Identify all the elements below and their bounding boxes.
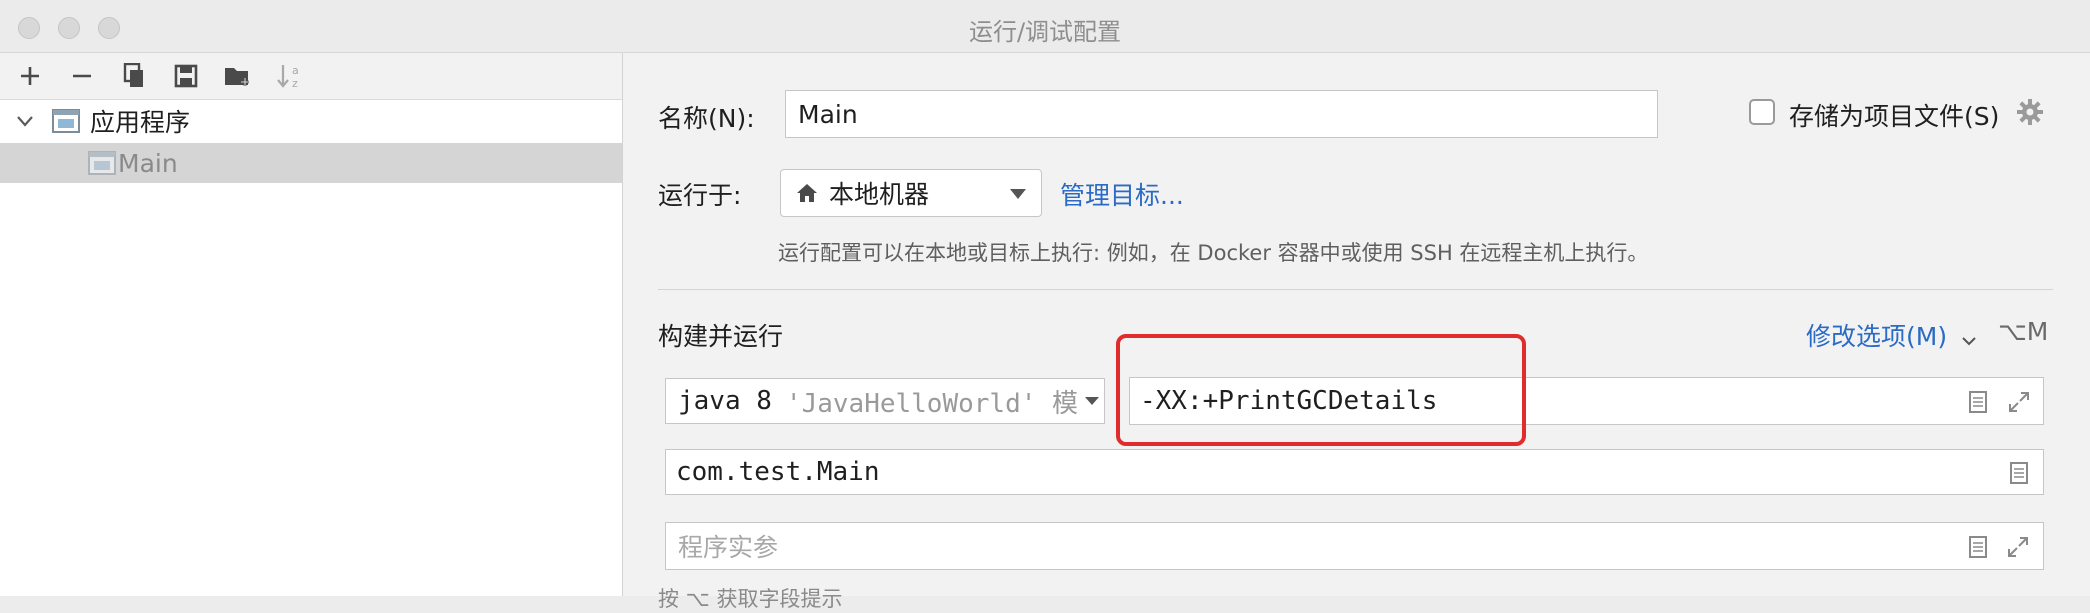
run-debug-config-window: 运行/调试配置 az 应用程序 Main 名称(N): Main 存储为项目文件… [0, 0, 2090, 611]
config-tree-panel: az 应用程序 Main [0, 53, 623, 596]
copy-icon[interactable] [118, 61, 150, 91]
home-icon [795, 182, 819, 204]
modify-options-label: 修改选项(M) [1806, 322, 1948, 351]
store-as-project-file-label: 存储为项目文件(S) [1789, 102, 2000, 131]
run-on-label: 运行于: [658, 181, 742, 210]
modify-options-shortcut: ⌥M [1998, 317, 2049, 346]
new-folder-icon[interactable] [222, 61, 254, 91]
tree-item-main[interactable]: Main [0, 143, 622, 183]
svg-text:a: a [292, 64, 299, 77]
main-class-input[interactable]: com.test.Main [665, 449, 2044, 495]
store-as-project-file-checkbox[interactable] [1749, 99, 1775, 125]
section-divider [658, 289, 2053, 290]
document-icon[interactable] [1965, 533, 1991, 561]
sort-icon[interactable]: az [274, 61, 306, 91]
remove-icon[interactable] [66, 61, 98, 91]
main-class-value: com.test.Main [676, 457, 880, 487]
tree-item-label: Main [118, 148, 178, 178]
document-icon[interactable] [1965, 388, 1991, 416]
build-run-title: 构建并运行 [658, 322, 784, 351]
run-on-value: 本地机器 [829, 180, 930, 209]
title-bar: 运行/调试配置 [0, 0, 2090, 53]
program-args-input[interactable]: 程序实参 [665, 522, 2044, 570]
chevron-down-icon[interactable] [14, 110, 38, 132]
svg-text:z: z [292, 77, 298, 90]
run-on-hint: 运行配置可以在本地或目标上执行: 例如，在 Docker 容器中或使用 SSH … [778, 241, 1649, 265]
document-icon[interactable] [2006, 459, 2032, 487]
field-hint-text: 按 ⌥ 获取字段提示 [658, 587, 843, 611]
tree-item-application[interactable]: 应用程序 [0, 101, 622, 141]
program-args-placeholder: 程序实参 [678, 533, 779, 562]
application-icon [52, 109, 80, 133]
config-form-panel: 名称(N): Main 存储为项目文件(S) 运行于: 本地机器 管理目标...… [623, 53, 2090, 611]
jdk-select[interactable]: java 8 'JavaHelloWorld' 模 [665, 378, 1105, 424]
vm-options-highlight [1116, 334, 1526, 446]
modify-options-link[interactable]: 修改选项(M) [1806, 317, 1977, 353]
tree-item-label: 应用程序 [90, 108, 191, 137]
save-icon[interactable] [170, 61, 202, 91]
window-title: 运行/调试配置 [968, 18, 1122, 46]
name-input-value: Main [798, 99, 858, 129]
dropdown-arrow-icon [1009, 188, 1027, 200]
expand-icon[interactable] [2005, 388, 2033, 416]
jdk-version: java 8 [678, 386, 772, 416]
gear-icon[interactable] [2015, 97, 2045, 127]
chevron-down-icon [1961, 324, 1977, 353]
jdk-project: 'JavaHelloWorld' 模 [785, 388, 1079, 419]
tree-toolbar: az [0, 53, 622, 100]
manage-targets-link[interactable]: 管理目标... [1060, 176, 1184, 212]
name-input[interactable]: Main [785, 90, 1658, 138]
application-icon [88, 151, 116, 175]
add-icon[interactable] [14, 61, 46, 91]
name-label: 名称(N): [658, 104, 755, 133]
dropdown-arrow-icon [1078, 379, 1104, 423]
run-on-select[interactable]: 本地机器 [780, 169, 1042, 217]
expand-icon[interactable] [2004, 533, 2032, 561]
